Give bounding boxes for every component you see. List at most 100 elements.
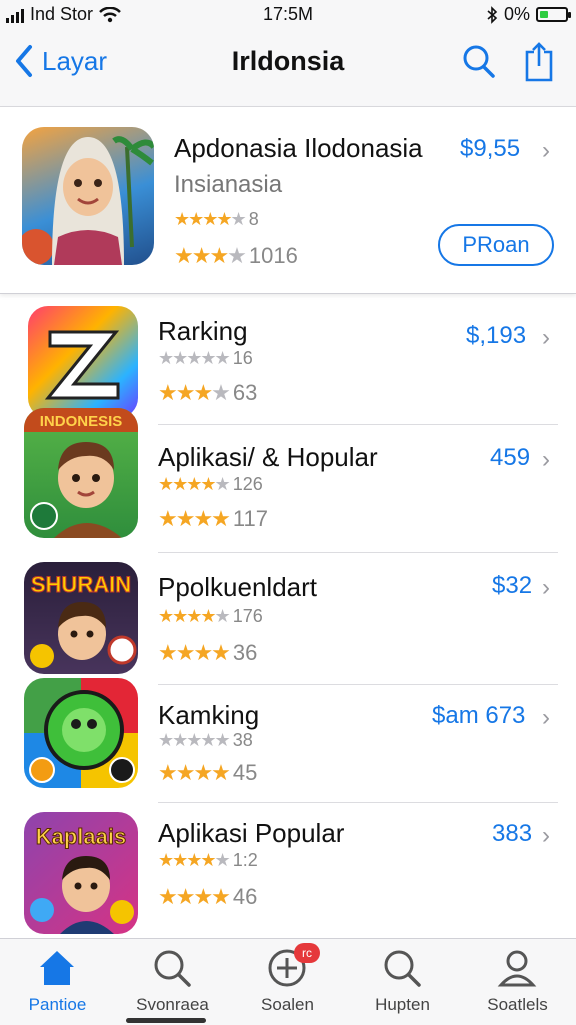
icon-banner: INDONESIS: [40, 413, 123, 430]
app-price[interactable]: $,193: [466, 322, 526, 350]
star-rating-icon: ★★★★★: [158, 474, 231, 494]
bluetooth-icon: [487, 5, 498, 24]
tab-label: Svonraea: [136, 995, 209, 1014]
star-rating-icon: ★★★★: [158, 760, 231, 785]
nav-bar: Layar Irldonsia: [0, 28, 576, 107]
app-price[interactable]: 459: [490, 444, 530, 472]
search-icon: [154, 950, 191, 987]
rating-large: ★★★★ 46: [158, 884, 257, 910]
green-chat-illustration: [29, 690, 135, 783]
rating-large: ★★★★ 36: [158, 640, 257, 666]
featured-app-title[interactable]: Apdonasia Ilodonasia: [174, 133, 423, 164]
home-indicator: [126, 1018, 206, 1023]
rating-count: 38: [232, 730, 253, 750]
tab-search-2[interactable]: Hupten: [345, 939, 460, 1025]
chevron-right-icon[interactable]: ›: [542, 822, 550, 850]
star-rating-icon: ★★★★: [158, 640, 231, 665]
rating-count: 63: [232, 380, 258, 405]
app-price[interactable]: $am 673: [432, 702, 525, 730]
rating-count: 176: [232, 606, 263, 626]
boy-avatar-icon[interactable]: INDONESIS: [24, 408, 138, 538]
search-icon[interactable]: [462, 44, 496, 80]
featured-app-subtitle: Insianasia: [174, 171, 283, 198]
rating-large: ★★★★ 45: [158, 760, 257, 786]
home-icon: [40, 951, 74, 985]
row-divider: [158, 684, 558, 685]
battery-percent: 0%: [503, 4, 530, 24]
rating-count: 16: [232, 348, 253, 368]
shurain-game-illustration: SHURAIN: [30, 572, 137, 668]
rating-small: ★★★★★ 176: [158, 606, 263, 627]
person-icon: [497, 950, 537, 987]
app-title[interactable]: Aplikasi Popular: [158, 818, 344, 849]
star-rating-icon: ★★★★: [174, 243, 247, 268]
star-rating-icon: ★★★★★: [158, 730, 231, 750]
tab-label: Hupten: [375, 995, 430, 1014]
star-rating-icon: ★★★★: [158, 884, 231, 909]
icon-banner: Kaplaais: [36, 824, 127, 849]
battery-icon: [536, 7, 571, 22]
star-rating-icon: ★★★★★: [158, 850, 231, 870]
share-icon[interactable]: [524, 42, 554, 82]
featured-rating-large: ★★★★ 1016: [174, 243, 298, 269]
featured-rating-small: ★★★★★ 8: [174, 209, 259, 230]
tab-home[interactable]: Pantioe: [0, 939, 115, 1025]
rating-small: ★★★★★ 38: [158, 730, 253, 751]
status-right: 0%: [486, 4, 571, 25]
rating-count: 1016: [248, 243, 298, 268]
star-rating-icon: ★★★★★: [158, 606, 231, 626]
star-rating-icon: ★★★★: [158, 506, 231, 531]
star-rating-icon: ★★★★: [158, 380, 231, 405]
star-rating-icon: ★★★★★: [174, 209, 247, 229]
rating-count: 1:2: [232, 850, 258, 870]
status-bar: Ind Stor 17:5M 0%: [0, 0, 576, 28]
rating-small: ★★★★★ 126: [158, 474, 263, 495]
tab-search[interactable]: Svonraea: [115, 939, 230, 1025]
chevron-right-icon[interactable]: ›: [542, 574, 550, 602]
boy-avatar-illustration: INDONESIS: [24, 408, 138, 538]
icon-banner: SHURAIN: [31, 572, 131, 597]
tab-bar: Pantioe Svonraea rc Soalen Hupten Soatle…: [0, 938, 576, 1025]
tab-label: Soalen: [261, 995, 314, 1014]
app-price[interactable]: 383: [492, 820, 532, 848]
app-title[interactable]: Ppolkuenldart: [158, 572, 317, 603]
chevron-right-icon[interactable]: ›: [542, 137, 550, 165]
app-title[interactable]: Kamking: [158, 700, 259, 731]
tab-label: Pantioe: [28, 995, 87, 1014]
chevron-right-icon[interactable]: ›: [542, 446, 550, 474]
hijab-girl-app-icon[interactable]: [22, 127, 154, 265]
rating-count: 45: [232, 760, 258, 785]
hijab-girl-illustration: [22, 136, 154, 265]
get-button[interactable]: PRoan: [438, 224, 554, 266]
chevron-right-icon[interactable]: ›: [542, 324, 550, 352]
star-rating-icon: ★★★★★: [158, 348, 231, 368]
app-title[interactable]: Aplikasi/ & Hopular: [158, 442, 378, 473]
tab-updates[interactable]: rc Soalen: [230, 939, 345, 1025]
featured-price[interactable]: $9,55: [460, 135, 520, 163]
rating-count: 46: [232, 884, 258, 909]
rating-large: ★★★★ 63: [158, 380, 257, 406]
tab-label: Soatlels: [487, 995, 548, 1014]
rating-small: ★★★★★ 1:2: [158, 850, 258, 871]
green-chat-icon[interactable]: [24, 678, 138, 788]
row-divider: [158, 552, 558, 553]
rating-count: 117: [232, 506, 268, 531]
row-divider: [158, 802, 558, 803]
rating-small: ★★★★★ 16: [158, 348, 253, 369]
kaplaais-game-icon[interactable]: Kaplaais: [24, 812, 138, 934]
tab-account[interactable]: Soatlels: [460, 939, 575, 1025]
shurain-game-icon[interactable]: SHURAIN: [24, 562, 138, 674]
chevron-right-icon[interactable]: ›: [542, 704, 550, 732]
notification-badge: rc: [294, 943, 320, 963]
rating-count: 36: [232, 640, 258, 665]
row-divider: [158, 424, 558, 425]
featured-app-card[interactable]: Apdonasia Ilodonasia Insianasia ★★★★★ 8 …: [0, 107, 576, 294]
rating-large: ★★★★ 117: [158, 506, 268, 532]
z-logo-icon[interactable]: [28, 306, 138, 418]
z-logo-illustration: [44, 330, 120, 400]
rating-count: 126: [232, 474, 263, 494]
rating-count: 8: [248, 209, 259, 229]
app-price[interactable]: $32: [492, 572, 532, 600]
kaplaais-game-illustration: Kaplaais: [30, 824, 134, 934]
app-title[interactable]: Rarking: [158, 316, 248, 347]
